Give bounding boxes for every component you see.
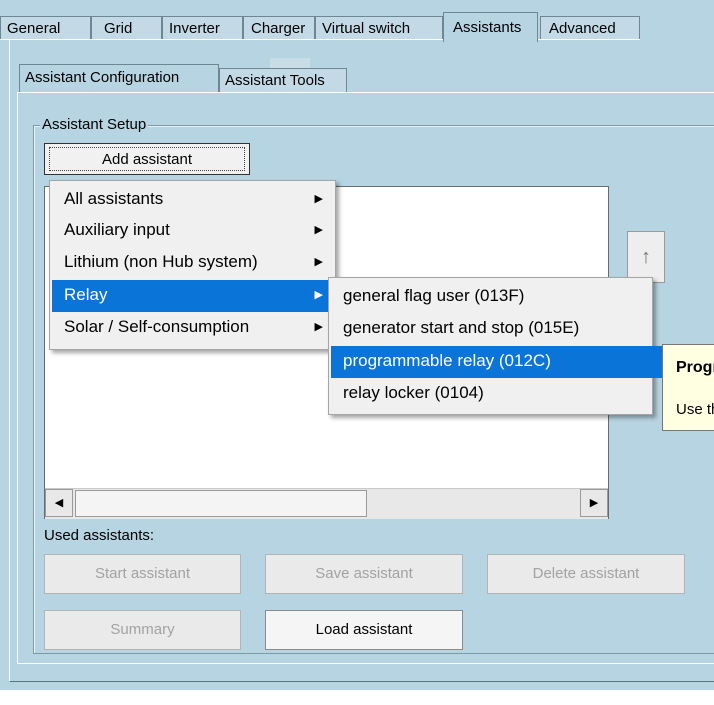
start-assistant-button[interactable]: Start assistant xyxy=(44,554,241,594)
menu-item-relay[interactable]: Relay ▶ xyxy=(52,280,333,312)
summary-button[interactable]: Summary xyxy=(44,610,241,650)
tab-virtual-switch[interactable]: Virtual switch xyxy=(315,16,443,40)
tab-general[interactable]: General xyxy=(0,16,91,40)
submenu-arrow-icon: ▶ xyxy=(314,321,323,333)
menu-item-lithium[interactable]: Lithium (non Hub system) ▶ xyxy=(52,247,333,279)
window-bottom-margin xyxy=(0,690,714,705)
tab-advanced[interactable]: Advanced xyxy=(540,16,640,40)
submenu-arrow-icon: ▶ xyxy=(314,193,323,205)
arrow-up-icon: ↑ xyxy=(641,246,651,268)
load-assistant-button[interactable]: Load assistant xyxy=(265,610,463,650)
submenu-arrow-icon: ▶ xyxy=(314,256,323,268)
menu-item-label: All assistants xyxy=(64,189,164,208)
submenu-item-generator-start-stop[interactable]: generator start and stop (015E) xyxy=(331,313,650,345)
tab-grid[interactable]: Grid xyxy=(91,16,162,40)
menu-item-label: Lithium (non Hub system) xyxy=(64,252,258,271)
submenu-item-programmable-relay[interactable]: programmable relay (012C) xyxy=(331,346,664,378)
relay-submenu: general flag user (013F) generator start… xyxy=(328,277,664,415)
scroll-left-icon[interactable]: ◀ xyxy=(45,489,73,517)
menu-item-all-assistants[interactable]: All assistants ▶ xyxy=(52,184,333,216)
move-up-button[interactable]: ↑ xyxy=(627,231,665,283)
menu-item-auxiliary-input[interactable]: Auxiliary input ▶ xyxy=(52,215,333,247)
menu-item-solar[interactable]: Solar / Self-consumption ▶ xyxy=(52,312,333,344)
app-window: General Grid Inverter Charger Virtual sw… xyxy=(0,0,714,690)
used-assistants-label: Used assistants: xyxy=(44,527,155,544)
scroll-right-icon[interactable]: ▶ xyxy=(580,489,608,517)
tab-inverter[interactable]: Inverter xyxy=(162,16,243,40)
add-assistant-menu: All assistants ▶ Auxiliary input ▶ Lithi… xyxy=(49,180,336,350)
tab-charger[interactable]: Charger xyxy=(243,16,315,40)
assistant-tooltip: Program Use this a xyxy=(662,344,714,431)
submenu-arrow-icon: ▶ xyxy=(314,224,323,236)
menu-item-label: Auxiliary input xyxy=(64,220,170,239)
scrollbar-thumb[interactable] xyxy=(75,490,367,517)
add-assistant-button[interactable]: Add assistant xyxy=(44,143,250,175)
submenu-item-relay-locker[interactable]: relay locker (0104) xyxy=(331,378,650,410)
save-assistant-button[interactable]: Save assistant xyxy=(265,554,463,594)
menu-item-label: Solar / Self-consumption xyxy=(64,317,250,336)
delete-assistant-button[interactable]: Delete assistant xyxy=(487,554,685,594)
tooltip-body: Use this a xyxy=(676,401,714,418)
tooltip-title: Program xyxy=(676,359,714,376)
submenu-arrow-icon: ▶ xyxy=(314,289,323,301)
tab-assistant-configuration[interactable]: Assistant Configuration xyxy=(19,64,219,92)
assistant-setup-label: Assistant Setup xyxy=(40,116,149,133)
tab-assistants[interactable]: Assistants xyxy=(443,12,538,42)
horizontal-scrollbar[interactable]: ◀ ▶ xyxy=(45,488,608,519)
add-assistant-label: Add assistant xyxy=(49,147,245,171)
menu-item-label: Relay xyxy=(64,285,108,304)
submenu-item-general-flag-user[interactable]: general flag user (013F) xyxy=(331,281,650,313)
tab-assistant-tools[interactable]: Assistant Tools xyxy=(219,68,347,92)
